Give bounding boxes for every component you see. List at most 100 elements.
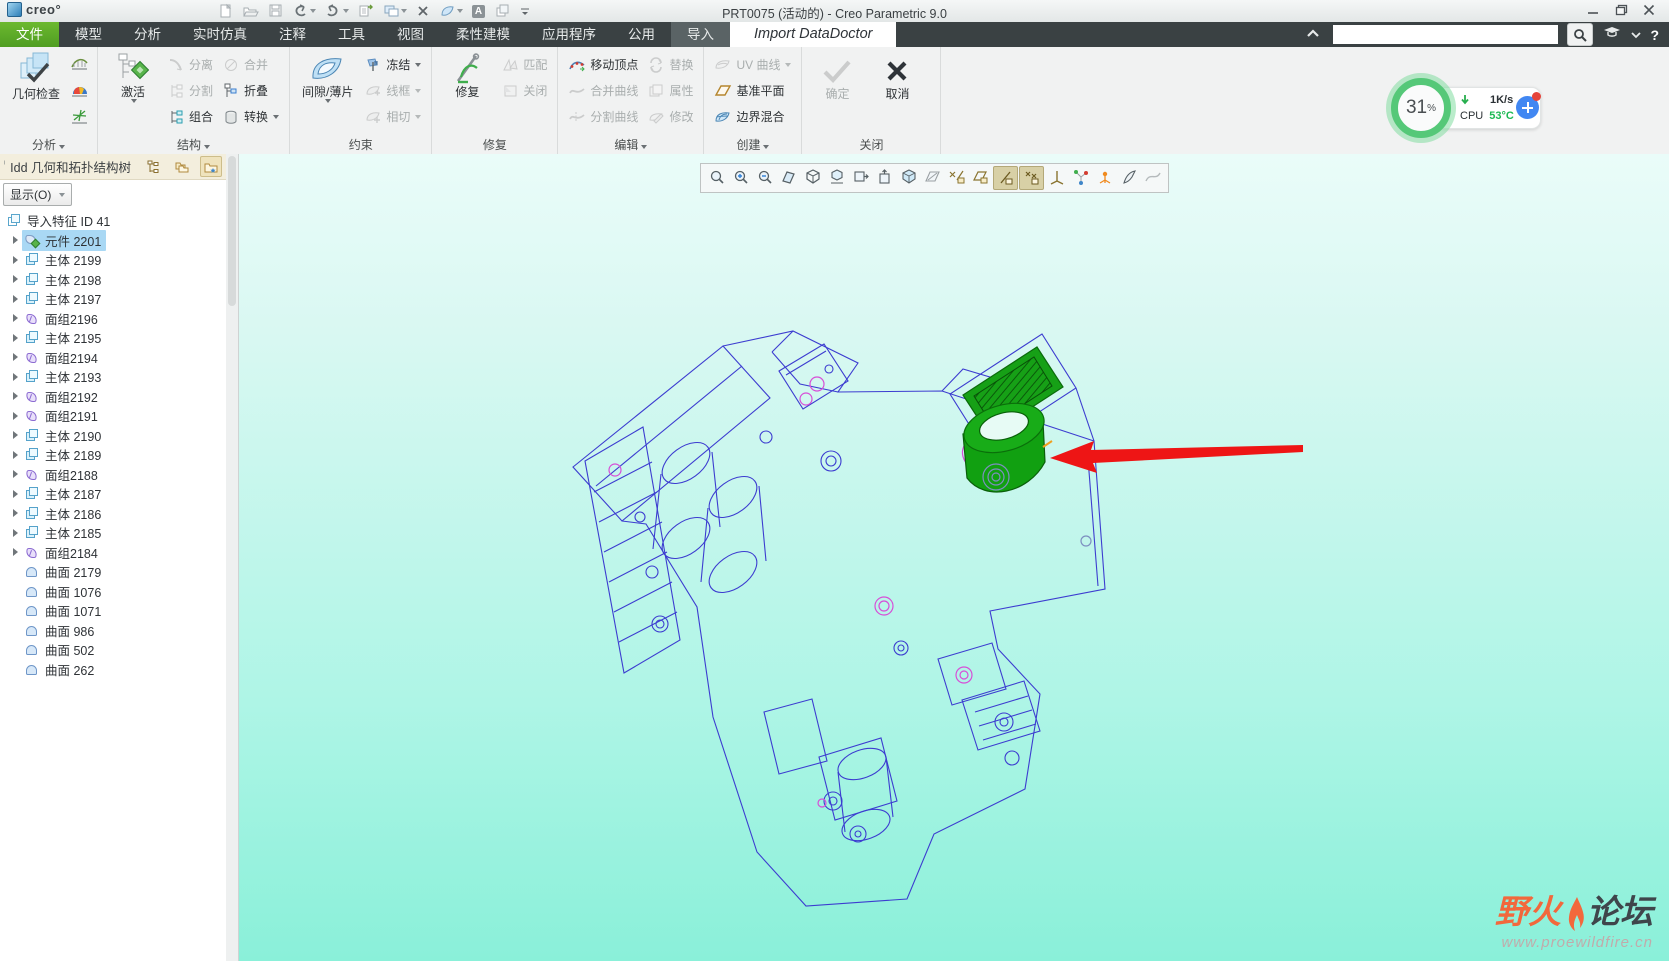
minimize-button[interactable] [1579,0,1607,20]
expand-arrow-icon[interactable] [8,406,22,425]
tree-layers-button[interactable] [172,157,192,176]
tree-item-label[interactable]: 主体 2198 [45,270,101,289]
tree-item-label[interactable]: 面组2194 [45,348,98,367]
tree-item[interactable]: 面组2188 [0,465,226,485]
tree-item[interactable]: 曲面 2179 [0,562,226,582]
display-style-button[interactable] [439,3,463,19]
tab-model[interactable]: 模型 [59,22,118,47]
view-back-button[interactable] [873,166,896,188]
tab-utilities[interactable]: 公用 [612,22,671,47]
graphics-canvas[interactable]: 野火 论坛 www.proewildfire.cn [239,154,1669,961]
repaint-button[interactable] [777,166,800,188]
expand-arrow-icon[interactable] [8,621,22,640]
tab-analysis[interactable]: 分析 [118,22,177,47]
expand-arrow-icon[interactable] [8,348,22,367]
expand-arrow-icon[interactable] [8,426,22,445]
datum-plane-button[interactable]: 基准平面 [712,79,793,102]
zoom-out-button[interactable] [753,166,776,188]
activate-button[interactable]: 激活 [106,50,160,105]
save-button[interactable] [268,3,283,19]
tree-item[interactable]: 曲面 502 [0,640,226,660]
display-style-caret-icon[interactable] [457,9,463,13]
tab-import[interactable]: 导入 [671,22,730,47]
tree-item[interactable]: 主体 2190 [0,426,226,446]
freeze-button[interactable]: 冻结 [363,53,423,76]
axis-display-button[interactable] [993,166,1018,190]
tree-item-label[interactable]: 导入特征 ID 41 [27,211,110,230]
tree-item[interactable]: 主体 2186 [0,504,226,524]
repair-button[interactable]: 修复 [440,50,494,101]
tree-item[interactable]: 主体 2197 [0,289,226,309]
windows-caret-icon[interactable] [401,9,407,13]
tree-item-label[interactable]: 主体 2185 [45,523,101,542]
spin-center-button[interactable] [1069,166,1092,188]
undo-button[interactable] [292,3,316,19]
tree-item[interactable]: 曲面 262 [0,660,226,680]
undo-caret-icon[interactable] [310,9,316,13]
3d-compass-button[interactable] [1093,166,1116,188]
mesh-analysis-button[interactable] [70,108,89,130]
move-vertex-button[interactable]: 移动顶点 [566,53,640,76]
model-viewport[interactable] [239,154,1669,961]
windows-button[interactable] [383,3,407,19]
tree-item-label[interactable]: 曲面 1076 [45,582,101,601]
section-button[interactable] [921,166,944,188]
qa-customize-button[interactable] [519,3,531,19]
combine-button[interactable]: 组合 [166,105,215,128]
tree-item[interactable]: 面组2191 [0,406,226,426]
search-button[interactable] [1567,23,1594,46]
tab-import-datadoctor[interactable]: Import DataDoctor [730,22,897,47]
expand-arrow-icon[interactable] [8,250,22,269]
expand-arrow-icon[interactable] [8,309,22,328]
tree-item[interactable]: 主体 2195 [0,328,226,348]
tree-item-label[interactable]: 面组2191 [45,406,98,425]
expand-arrow-icon[interactable] [8,231,22,250]
expand-arrow-icon[interactable] [8,270,22,289]
regenerate-button[interactable] [358,3,374,19]
tree-item[interactable]: 曲面 1076 [0,582,226,602]
plane-display-button[interactable] [969,166,992,188]
zoom-in-button[interactable] [729,166,752,188]
convert-button[interactable]: 转换 [221,105,281,128]
tree-item-label[interactable]: 主体 2187 [45,484,101,503]
expand-arrow-icon[interactable] [8,484,22,503]
tree-item[interactable]: 主体 2193 [0,367,226,387]
help-button[interactable]: ? [1650,27,1659,43]
tree-scrollbar[interactable] [226,154,239,961]
tree-item-label[interactable]: 面组2188 [45,465,98,484]
expand-arrow-icon[interactable] [8,387,22,406]
tree-item-label[interactable]: 主体 2186 [45,504,101,523]
tree-item-label[interactable]: 曲面 2179 [45,562,101,581]
tree-item[interactable]: 主体 2185 [0,523,226,543]
tree-item-label[interactable]: 曲面 502 [45,640,94,659]
tree-item-label[interactable]: 曲面 1071 [45,601,101,620]
tree-item[interactable]: 面组2184 [0,543,226,563]
datum-display-filters-button[interactable] [945,166,968,188]
component-display-button[interactable] [494,3,510,19]
collapse-ribbon-button[interactable] [1306,26,1320,44]
refit-button[interactable] [705,166,728,188]
expand-arrow-icon[interactable] [8,660,22,679]
annotation-display-button[interactable]: A [472,4,485,18]
tree-item-label[interactable]: 主体 2193 [45,367,101,386]
redo-button[interactable] [325,3,349,19]
tree-item[interactable]: 元件 2201 [0,229,226,251]
restore-button[interactable] [1607,0,1635,20]
tree-item-root[interactable]: 导入特征 ID 41 [0,211,226,231]
tab-live-simulation[interactable]: 实时仿真 [177,22,263,47]
open-file-button[interactable] [242,3,259,19]
tree-item[interactable]: 主体 2189 [0,445,226,465]
tree-filter-button[interactable] [144,157,164,176]
new-file-button[interactable] [218,3,233,19]
tree-item[interactable]: 面组2192 [0,387,226,407]
tab-flexible-modeling[interactable]: 柔性建模 [440,22,526,47]
tree-settings-button[interactable] [200,156,222,177]
shaded-analysis-button[interactable] [70,81,89,103]
expand-arrow-icon[interactable] [8,543,22,562]
csys-display-button[interactable] [1045,166,1068,188]
tree-item[interactable]: 面组2196 [0,309,226,329]
tree-item[interactable]: 主体 2198 [0,270,226,290]
perspective-button[interactable] [897,166,920,188]
expand-arrow-icon[interactable] [8,289,22,308]
show-dropdown-button[interactable]: 显示(O) [3,183,73,206]
